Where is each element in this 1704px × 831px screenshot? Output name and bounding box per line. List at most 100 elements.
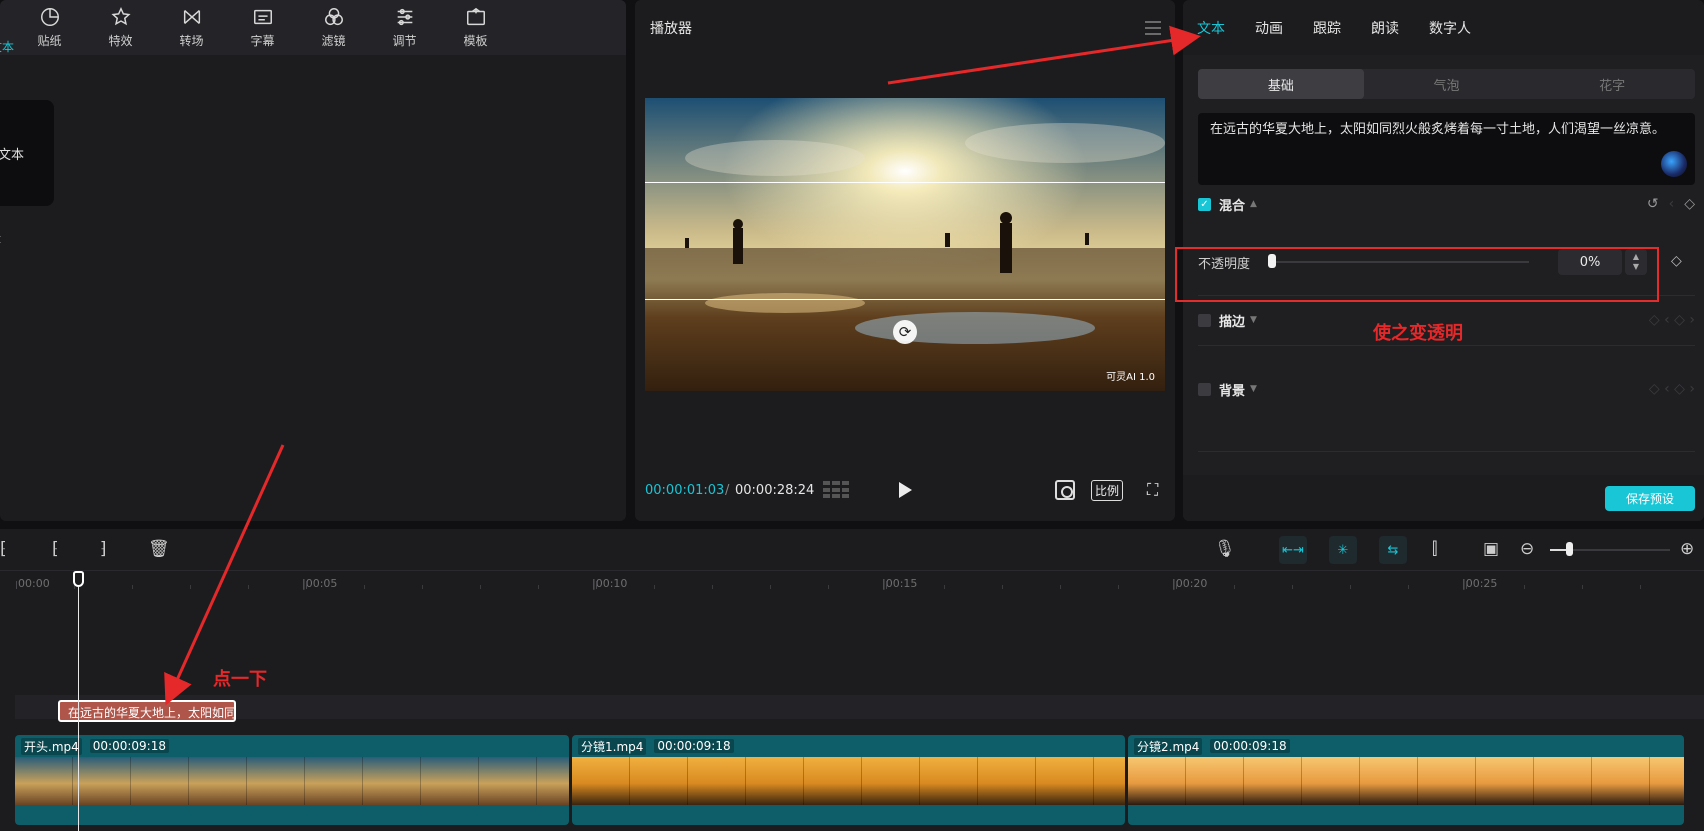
ratio-button[interactable]: 比例 bbox=[1091, 479, 1124, 501]
link-main-track-icon[interactable]: ⇤⇥ bbox=[1279, 536, 1307, 564]
tab-digital-human[interactable]: 数字人 bbox=[1429, 18, 1471, 38]
trim-start-icon[interactable]: ⁅ bbox=[52, 539, 59, 559]
microphone-icon[interactable]: 🎙 bbox=[1214, 539, 1236, 559]
zoom-in-icon[interactable]: ⊕ bbox=[1680, 539, 1694, 559]
video-clip-shot-1[interactable]: 分镜1.mp4 00:00:09:18 bbox=[572, 735, 1125, 825]
tool-adjust[interactable]: 调节 bbox=[369, 6, 440, 49]
split-left-icon[interactable]: ⁅ bbox=[0, 539, 7, 559]
timecode-separator: / bbox=[725, 482, 730, 498]
playhead-line[interactable] bbox=[78, 573, 79, 831]
auto-snap-icon[interactable]: ✳ bbox=[1329, 536, 1357, 564]
ruler-label: |00:15 bbox=[882, 577, 918, 590]
tool-effects[interactable]: 特效 bbox=[85, 6, 156, 49]
tool-sticker[interactable]: 贴纸 bbox=[14, 6, 85, 49]
ruler-tick bbox=[828, 585, 829, 589]
background-section-header[interactable]: 背景 ▼ ◇ ‹ ◇ › bbox=[1198, 377, 1695, 401]
text-content-input[interactable]: 在远古的华夏大地上，太阳如同烈火般炙烤着每一寸土地，人们渴望一丝凉意。 bbox=[1198, 113, 1695, 185]
effects-icon bbox=[110, 7, 131, 26]
link-clips-icon[interactable]: ⇆ bbox=[1379, 536, 1407, 564]
background-checkbox[interactable] bbox=[1198, 382, 1211, 396]
blend-section-header[interactable]: ✓ 混合 ▲ ↺ ‹ ◇ bbox=[1198, 192, 1695, 216]
default-text-card[interactable]: 文本 bbox=[0, 100, 54, 206]
tool-filter[interactable]: 滤镜 bbox=[298, 6, 369, 49]
tool-template[interactable]: 模板 bbox=[440, 6, 511, 49]
menu-icon[interactable] bbox=[1145, 20, 1161, 35]
ruler-label: |00:20 bbox=[1172, 577, 1208, 590]
tool-subtitle[interactable]: 字幕 bbox=[227, 6, 298, 49]
ruler-tick bbox=[1234, 585, 1235, 589]
text-clip[interactable]: 在远古的华夏大地上，太阳如同 bbox=[58, 700, 236, 722]
ruler-tick bbox=[1176, 581, 1177, 589]
tool-transition[interactable]: 转场 bbox=[156, 6, 227, 49]
ruler-tick bbox=[712, 585, 713, 589]
clip-thumbnails bbox=[1128, 757, 1684, 805]
reset-icon[interactable]: ↺ bbox=[1647, 196, 1659, 212]
annotation-highlight-box bbox=[1175, 247, 1659, 302]
ruler-tick bbox=[190, 585, 191, 589]
thumbnail-frame bbox=[1418, 757, 1476, 805]
preview-axis-icon[interactable]: ▣ bbox=[1483, 539, 1499, 559]
thumbnail-frame bbox=[189, 757, 247, 805]
play-button[interactable] bbox=[899, 482, 912, 498]
ruler-tick bbox=[132, 585, 133, 589]
thumbnail-frame bbox=[630, 757, 688, 805]
tool-text[interactable]: 文本 bbox=[0, 19, 14, 54]
clip-duration: 00:00:09:18 bbox=[89, 739, 169, 753]
split-center-icon[interactable]: ⫿ bbox=[1432, 539, 1437, 559]
save-preset-button[interactable]: 保存预设 bbox=[1605, 486, 1695, 511]
preview-image bbox=[645, 98, 1165, 391]
focus-icon[interactable] bbox=[1055, 480, 1075, 500]
ruler-label: |00:25 bbox=[1462, 577, 1498, 590]
delete-icon[interactable]: 🗑 bbox=[148, 539, 170, 559]
playhead-handle[interactable] bbox=[73, 571, 84, 587]
segment-basic[interactable]: 基础 bbox=[1198, 69, 1364, 99]
segment-control: 基础 气泡 花字 bbox=[1198, 69, 1695, 99]
tab-read-aloud[interactable]: 朗读 bbox=[1371, 18, 1399, 38]
opacity-keyframe-diamond-icon[interactable]: ◇ bbox=[1671, 253, 1682, 269]
timeline-toolbar: ⁅ ⁅ ⁆ 🗑 🎙 ⇤⇥ ✳ ⇆ ⫿ ▣ ⊖ ⊕ bbox=[0, 529, 1704, 571]
tab-text[interactable]: 文本 bbox=[1197, 18, 1225, 38]
ruler-tick bbox=[16, 581, 17, 589]
blend-checkbox[interactable]: ✓ bbox=[1198, 197, 1211, 211]
trim-end-icon[interactable]: ⁆ bbox=[100, 539, 107, 559]
disabled-keyframe-icon: ◇ ‹ ◇ › bbox=[1648, 381, 1695, 397]
thumbnail-frame bbox=[862, 757, 920, 805]
tab-animation[interactable]: 动画 bbox=[1255, 18, 1283, 38]
grid-icon[interactable] bbox=[823, 481, 849, 499]
tool-label-effects: 特效 bbox=[108, 34, 133, 48]
current-timecode: 00:00:01:03 bbox=[645, 482, 725, 498]
thumbnail-frame bbox=[363, 757, 421, 805]
keyframe-diamond-icon[interactable]: ◇ bbox=[1684, 196, 1695, 212]
stroke-checkbox[interactable] bbox=[1198, 313, 1211, 327]
segment-fancy-text[interactable]: 花字 bbox=[1529, 69, 1695, 99]
disabled-keyframe-icon: ◇ ‹ ◇ › bbox=[1648, 312, 1695, 328]
video-clip-shot-2[interactable]: 分镜2.mp4 00:00:09:18 bbox=[1128, 735, 1684, 825]
video-preview[interactable]: ⟳ 可灵AI 1.0 bbox=[645, 98, 1165, 391]
prev-keyframe-icon[interactable]: ‹ bbox=[1669, 196, 1675, 212]
thumbnail-frame bbox=[1360, 757, 1418, 805]
rotate-handle-icon[interactable]: ⟳ bbox=[893, 320, 917, 344]
tool-label-sticker: 贴纸 bbox=[37, 34, 62, 48]
ai-assistant-icon[interactable] bbox=[1661, 151, 1687, 177]
video-clip-opening[interactable]: 开头.mp4 00:00:09:18 bbox=[15, 735, 569, 825]
guide-line-bottom bbox=[645, 299, 1165, 300]
zoom-out-icon[interactable]: ⊖ bbox=[1520, 539, 1534, 559]
thumbnail-frame bbox=[421, 757, 479, 805]
tool-label-subtitle: 字幕 bbox=[250, 34, 275, 48]
thumbnail-frame bbox=[131, 757, 189, 805]
ruler-tick bbox=[1292, 585, 1293, 589]
inspector-tabs: 文本 动画 跟踪 朗读 数字人 bbox=[1183, 0, 1704, 55]
segment-bubble[interactable]: 气泡 bbox=[1364, 69, 1530, 99]
ruler-tick bbox=[770, 585, 771, 589]
zoom-slider-knob[interactable] bbox=[1566, 542, 1573, 556]
transition-icon bbox=[183, 10, 200, 24]
caret-up-icon[interactable]: ▲ bbox=[1250, 199, 1257, 209]
fullscreen-icon[interactable]: ⛶ bbox=[1147, 480, 1158, 500]
tool-label-template: 模板 bbox=[463, 34, 488, 48]
time-ruler[interactable]: 00:00 |00:05 |00:10 |00:15 |00:20 |00:25 bbox=[0, 573, 1704, 603]
thumbnail-frame bbox=[537, 757, 569, 805]
caret-down-icon[interactable]: ▼ bbox=[1250, 315, 1257, 325]
caret-down-icon[interactable]: ▼ bbox=[1250, 384, 1257, 394]
tab-tracking[interactable]: 跟踪 bbox=[1313, 18, 1341, 38]
filter-icon bbox=[324, 8, 343, 26]
